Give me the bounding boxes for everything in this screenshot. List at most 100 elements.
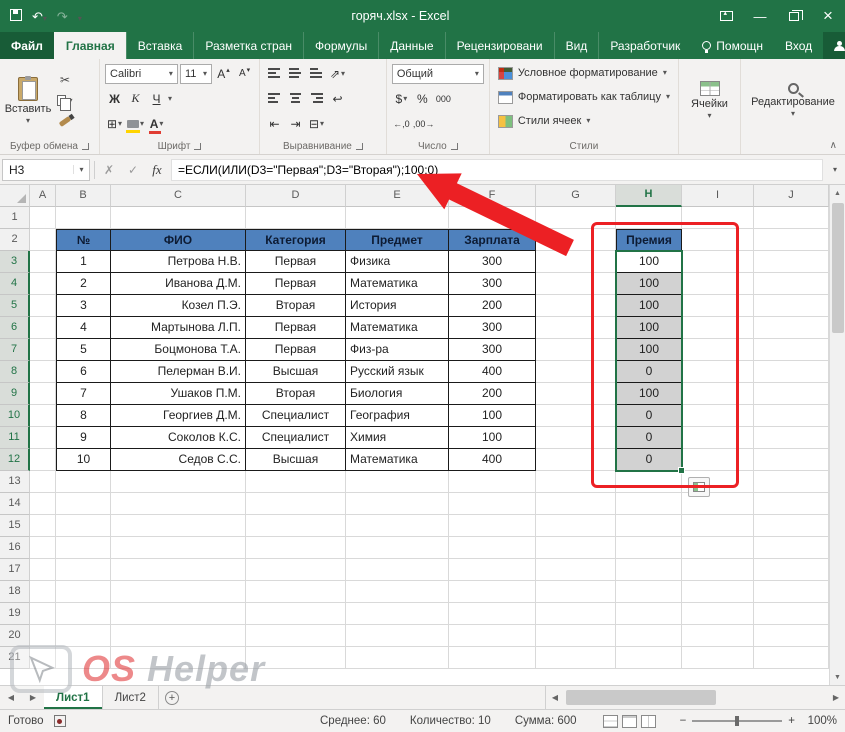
dialog-launcher-icon[interactable] <box>82 143 89 150</box>
cell-G6[interactable] <box>536 317 616 339</box>
column-header-H[interactable]: H <box>616 185 682 207</box>
cell-E9[interactable]: Биология <box>346 383 449 405</box>
cell-G19[interactable] <box>536 603 616 625</box>
cell-J2[interactable] <box>754 229 829 251</box>
cell-B14[interactable] <box>56 493 111 515</box>
scroll-up-icon[interactable]: ▲ <box>830 185 845 201</box>
column-header-A[interactable]: A <box>30 185 56 207</box>
cell-J9[interactable] <box>754 383 829 405</box>
sign-in-button[interactable]: Вход <box>774 32 823 59</box>
cell-E17[interactable] <box>346 559 449 581</box>
cell-J4[interactable] <box>754 273 829 295</box>
row-header-10[interactable]: 10 <box>0 405 30 427</box>
cell-I15[interactable] <box>682 515 754 537</box>
decrease-indent-button[interactable]: ⇤ <box>265 114 284 134</box>
cells-button[interactable]: Ячейки ▾ <box>684 62 735 139</box>
row-header-21[interactable]: 21 <box>0 647 30 669</box>
cell-A5[interactable] <box>30 295 56 317</box>
orientation-button[interactable]: ⇗▾ <box>328 64 347 84</box>
cell-H1[interactable] <box>616 207 682 229</box>
cell-D2[interactable]: Категория <box>246 229 346 251</box>
cell-F18[interactable] <box>449 581 536 603</box>
cell-H21[interactable] <box>616 647 682 669</box>
column-header-I[interactable]: I <box>682 185 754 207</box>
cell-B4[interactable]: 2 <box>56 273 111 295</box>
cell-A8[interactable] <box>30 361 56 383</box>
cell-I21[interactable] <box>682 647 754 669</box>
cell-D7[interactable]: Первая <box>246 339 346 361</box>
cell-I17[interactable] <box>682 559 754 581</box>
cell-G4[interactable] <box>536 273 616 295</box>
cell-G13[interactable] <box>536 471 616 493</box>
cell-F9[interactable]: 200 <box>449 383 536 405</box>
cell-A14[interactable] <box>30 493 56 515</box>
zoom-out-icon[interactable]: − <box>680 715 687 727</box>
cell-A12[interactable] <box>30 449 56 471</box>
sheet-tab-list1[interactable]: Лист1 <box>44 686 103 709</box>
tab-view[interactable]: Вид <box>554 32 599 59</box>
cell-F13[interactable] <box>449 471 536 493</box>
row-header-6[interactable]: 6 <box>0 317 30 339</box>
row-header-13[interactable]: 13 <box>0 471 30 493</box>
cut-button[interactable]: ✂ <box>54 70 76 90</box>
cell-H5[interactable]: 100 <box>616 295 682 317</box>
cell-E12[interactable]: Математика <box>346 449 449 471</box>
cell-E5[interactable]: История <box>346 295 449 317</box>
tab-formulas[interactable]: Формулы <box>303 32 378 59</box>
borders-button[interactable]: ⊞▾ <box>105 114 124 134</box>
cell-B12[interactable]: 10 <box>56 449 111 471</box>
cell-D21[interactable] <box>246 647 346 669</box>
cell-I20[interactable] <box>682 625 754 647</box>
row-header-16[interactable]: 16 <box>0 537 30 559</box>
row-header-18[interactable]: 18 <box>0 581 30 603</box>
font-color-button[interactable]: А▾ <box>147 114 166 134</box>
zoom-in-icon[interactable]: + <box>788 715 795 727</box>
row-header-17[interactable]: 17 <box>0 559 30 581</box>
cell-D6[interactable]: Первая <box>246 317 346 339</box>
cell-C4[interactable]: Иванова Д.М. <box>111 273 246 295</box>
cell-B11[interactable]: 9 <box>56 427 111 449</box>
cell-E18[interactable] <box>346 581 449 603</box>
cell-C3[interactable]: Петрова Н.В. <box>111 251 246 273</box>
cell-E4[interactable]: Математика <box>346 273 449 295</box>
cell-A3[interactable] <box>30 251 56 273</box>
cell-E8[interactable]: Русский язык <box>346 361 449 383</box>
cell-D11[interactable]: Специалист <box>246 427 346 449</box>
cell-H14[interactable] <box>616 493 682 515</box>
cell-F16[interactable] <box>449 537 536 559</box>
row-header-2[interactable]: 2 <box>0 229 30 251</box>
cell-I1[interactable] <box>682 207 754 229</box>
page-layout-view-button[interactable] <box>622 715 637 728</box>
cell-C10[interactable]: Георгиев Д.М. <box>111 405 246 427</box>
cell-E10[interactable]: География <box>346 405 449 427</box>
percent-style-button[interactable]: % <box>413 89 432 109</box>
cell-C2[interactable]: ФИО <box>111 229 246 251</box>
enter-button[interactable]: ✓ <box>123 163 143 177</box>
cell-G15[interactable] <box>536 515 616 537</box>
cell-H4[interactable]: 100 <box>616 273 682 295</box>
horizontal-scrollbar[interactable]: ◀ ▶ <box>545 686 845 709</box>
cell-I5[interactable] <box>682 295 754 317</box>
normal-view-button[interactable] <box>603 715 618 728</box>
cell-H19[interactable] <box>616 603 682 625</box>
cell-H17[interactable] <box>616 559 682 581</box>
minimize-button[interactable]: — <box>743 0 777 32</box>
cell-I19[interactable] <box>682 603 754 625</box>
cell-D20[interactable] <box>246 625 346 647</box>
cell-B8[interactable]: 6 <box>56 361 111 383</box>
cell-H10[interactable]: 0 <box>616 405 682 427</box>
cell-G21[interactable] <box>536 647 616 669</box>
cell-E15[interactable] <box>346 515 449 537</box>
row-header-8[interactable]: 8 <box>0 361 30 383</box>
name-box[interactable]: H3 ▾ <box>2 159 90 181</box>
column-header-E[interactable]: E <box>346 185 449 207</box>
cell-F20[interactable] <box>449 625 536 647</box>
cell-J17[interactable] <box>754 559 829 581</box>
cell-H8[interactable]: 0 <box>616 361 682 383</box>
cell-J6[interactable] <box>754 317 829 339</box>
cell-E1[interactable] <box>346 207 449 229</box>
cell-C9[interactable]: Ушаков П.М. <box>111 383 246 405</box>
cell-B13[interactable] <box>56 471 111 493</box>
cell-H7[interactable]: 100 <box>616 339 682 361</box>
cell-F8[interactable]: 400 <box>449 361 536 383</box>
